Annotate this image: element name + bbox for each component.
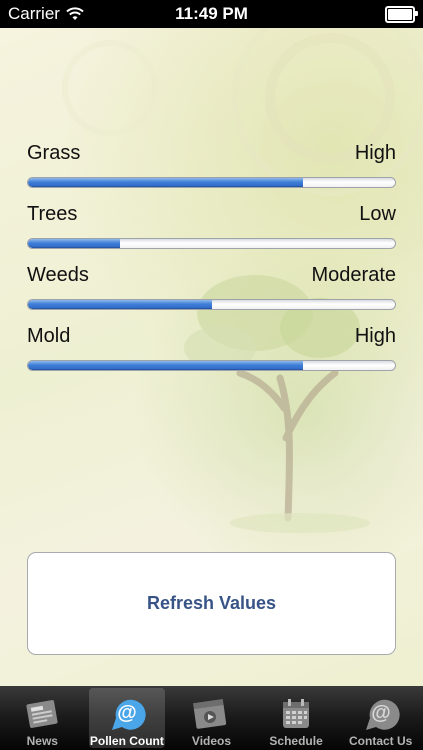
status-bar: Carrier 11:49 PM bbox=[0, 0, 423, 28]
carrier-name: Carrier bbox=[8, 4, 60, 23]
battery-icon bbox=[385, 5, 418, 23]
pollen-row-mold: Mold High bbox=[27, 325, 396, 348]
pollen-bar-fill bbox=[28, 239, 120, 248]
pollen-bar-fill bbox=[28, 178, 304, 187]
pollen-bar-fill bbox=[28, 361, 304, 370]
tab-schedule[interactable]: Schedule bbox=[254, 686, 339, 750]
pollen-level-label: High bbox=[354, 325, 396, 347]
tab-news[interactable]: News bbox=[0, 686, 85, 750]
tab-label: Videos bbox=[191, 734, 232, 748]
pollen-row-trees: Trees Low bbox=[27, 203, 396, 226]
pollen-level-label: Moderate bbox=[311, 264, 397, 286]
at-sign-icon: @ bbox=[358, 694, 404, 734]
pollen-type-label: Weeds bbox=[27, 264, 89, 286]
newspaper-icon bbox=[19, 694, 65, 734]
pollen-level-label: High bbox=[354, 142, 396, 164]
pollen-bar-fill bbox=[28, 300, 212, 309]
wifi-icon bbox=[66, 7, 84, 20]
tab-videos[interactable]: Videos bbox=[169, 686, 254, 750]
pollen-level-label: Low bbox=[359, 203, 396, 225]
pollen-type-label: Grass bbox=[27, 142, 81, 164]
pollen-type-label: Mold bbox=[27, 325, 71, 347]
at-sign-icon: @ bbox=[104, 694, 150, 734]
svg-text:@: @ bbox=[371, 702, 391, 724]
calendar-icon bbox=[273, 694, 319, 734]
pollen-bar-grass bbox=[27, 177, 396, 188]
film-icon bbox=[188, 694, 234, 734]
tab-pollen-count[interactable]: @ Pollen Count bbox=[85, 686, 170, 750]
svg-text:@: @ bbox=[117, 702, 137, 724]
pollen-bar-weeds bbox=[27, 299, 396, 310]
tab-label: Pollen Count bbox=[89, 734, 164, 748]
tab-bar: News @ Pollen Count Videos Schedule @ Co… bbox=[0, 686, 423, 750]
pollen-type-label: Trees bbox=[27, 203, 78, 225]
pollen-row-grass: Grass High bbox=[27, 142, 396, 165]
tab-label: Schedule bbox=[269, 734, 323, 748]
pollen-bar-mold bbox=[27, 360, 396, 371]
pollen-count-screen: Grass High Trees Low Weeds Moderate Mold… bbox=[0, 28, 423, 686]
tab-label: News bbox=[26, 734, 58, 748]
carrier-group: Carrier bbox=[8, 4, 84, 24]
refresh-values-button[interactable]: Refresh Values bbox=[27, 552, 396, 655]
pollen-bar-trees bbox=[27, 238, 396, 249]
tab-contact-us[interactable]: @ Contact Us bbox=[338, 686, 423, 750]
tab-label: Contact Us bbox=[349, 734, 413, 748]
pollen-row-weeds: Weeds Moderate bbox=[27, 264, 396, 287]
